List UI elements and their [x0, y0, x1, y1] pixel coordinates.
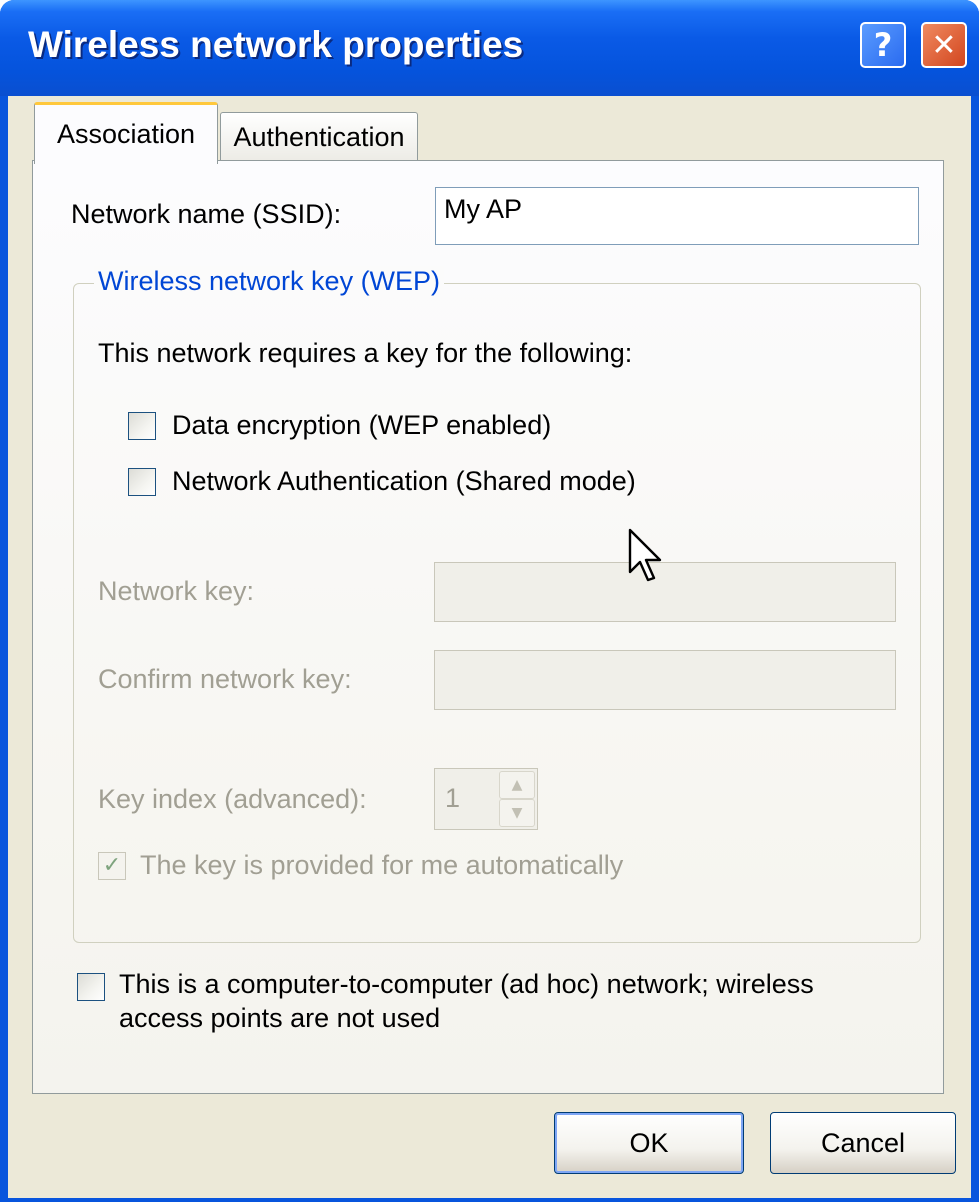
- key-index-label: Key index (advanced):: [98, 784, 367, 814]
- title-bar[interactable]: Wireless network properties ? ✕: [0, 0, 979, 96]
- network-auth-checkbox[interactable]: [128, 468, 156, 496]
- confirm-key-input[interactable]: [434, 650, 896, 710]
- spin-down-arrow-icon[interactable]: ▼: [499, 799, 535, 827]
- window-title: Wireless network properties: [28, 24, 524, 65]
- dialog-window: Wireless network properties ? ✕ Associat…: [0, 0, 979, 1202]
- data-encryption-label[interactable]: Data encryption (WEP enabled): [172, 410, 551, 441]
- auto-key-checkbox[interactable]: ✓: [98, 852, 126, 880]
- network-auth-label[interactable]: Network Authentication (Shared mode): [172, 466, 636, 497]
- requires-key-text: This network requires a key for the foll…: [98, 338, 633, 368]
- network-key-input[interactable]: [434, 562, 896, 622]
- key-index-spinner[interactable]: 1 ▲ ▼: [434, 768, 538, 830]
- close-icon: ✕: [931, 27, 957, 63]
- tab-association[interactable]: Association: [34, 102, 218, 164]
- adhoc-label-line2[interactable]: access points are not used: [119, 1003, 440, 1034]
- cancel-button[interactable]: Cancel: [770, 1112, 956, 1174]
- spin-up-arrow-icon[interactable]: ▲: [499, 771, 535, 799]
- dialog-client-area: Association Authentication Network name …: [8, 96, 971, 1198]
- association-panel: Network name (SSID): My AP Wireless netw…: [32, 160, 944, 1094]
- wep-groupbox: Wireless network key (WEP) This network …: [73, 266, 921, 943]
- help-button[interactable]: ?: [860, 22, 906, 68]
- help-icon: ?: [873, 26, 893, 64]
- close-button[interactable]: ✕: [921, 22, 967, 68]
- ssid-input[interactable]: My AP: [435, 187, 919, 245]
- tab-authentication[interactable]: Authentication: [220, 112, 418, 162]
- adhoc-checkbox[interactable]: [77, 973, 105, 1001]
- network-key-label: Network key:: [98, 576, 255, 606]
- confirm-key-label: Confirm network key:: [98, 664, 352, 694]
- auto-key-label[interactable]: The key is provided for me automatically: [140, 850, 623, 881]
- wep-group-title: Wireless network key (WEP): [94, 266, 445, 297]
- ok-button[interactable]: OK: [554, 1112, 744, 1174]
- checkmark-icon: ✓: [102, 853, 122, 878]
- adhoc-label-line1[interactable]: This is a computer-to-computer (ad hoc) …: [119, 969, 814, 1000]
- data-encryption-checkbox[interactable]: [128, 412, 156, 440]
- key-index-value: 1: [445, 783, 461, 813]
- ssid-label: Network name (SSID):: [71, 199, 342, 229]
- mouse-cursor-icon: [628, 528, 662, 582]
